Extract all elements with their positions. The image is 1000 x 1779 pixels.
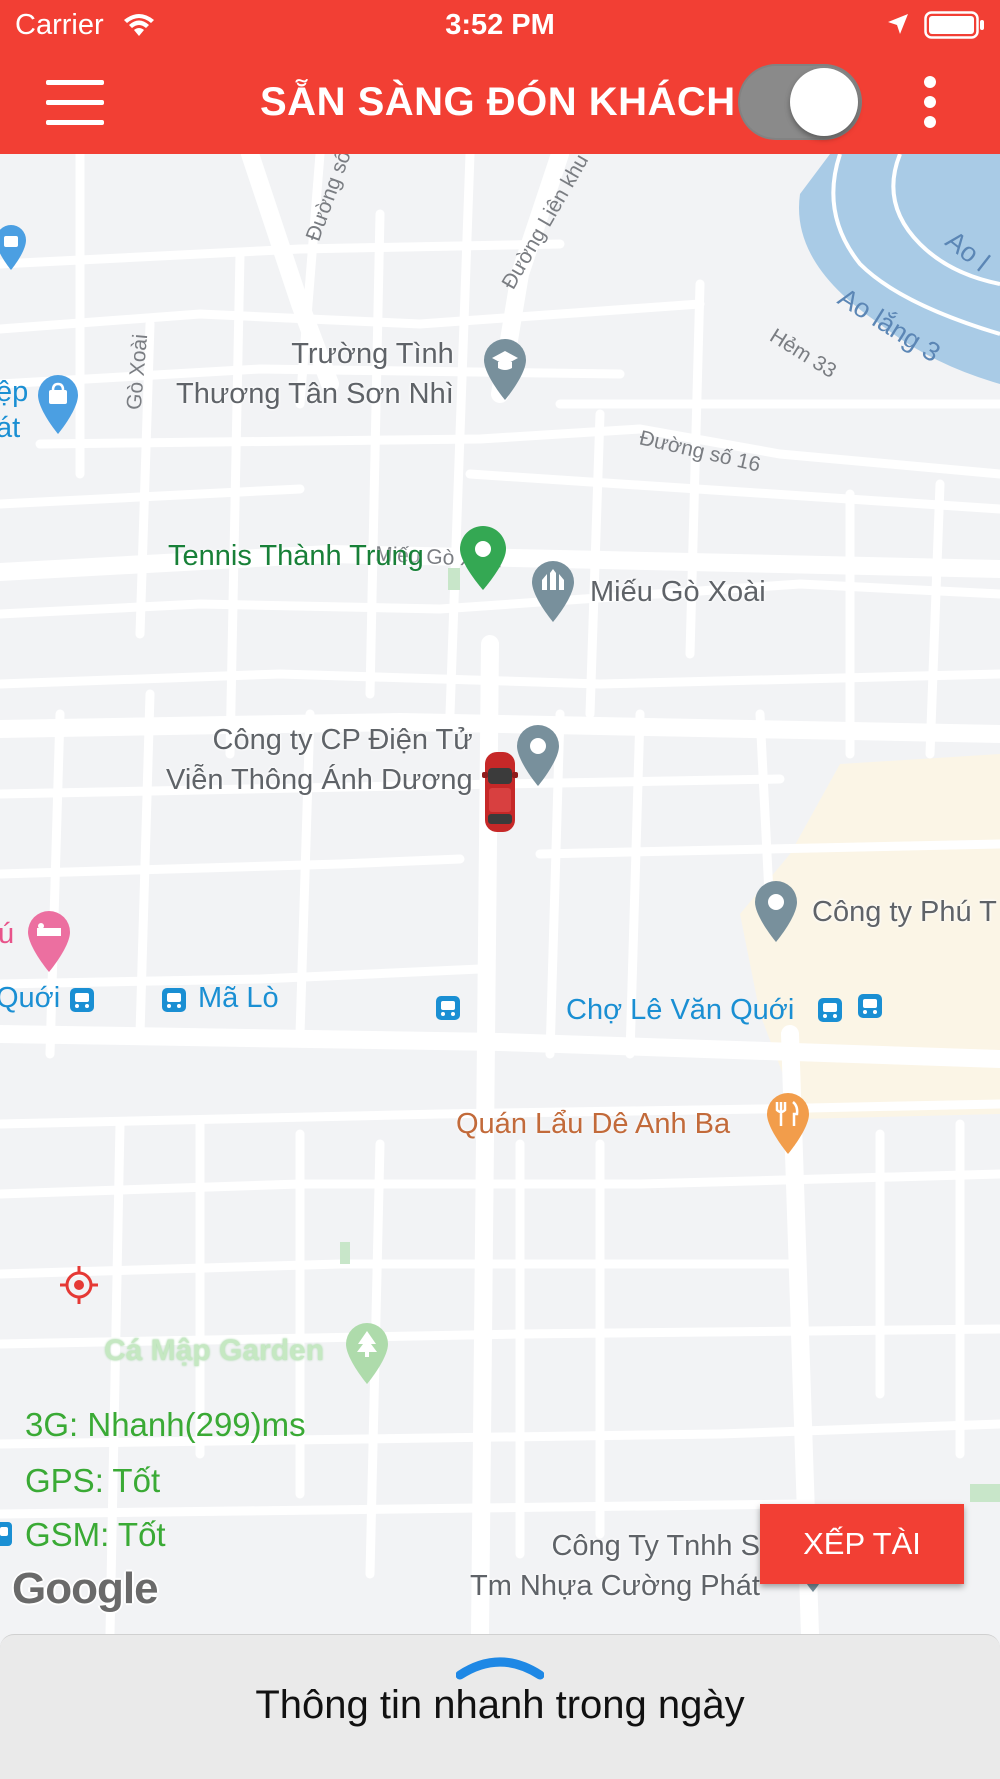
bus-stop-icon[interactable] xyxy=(160,986,188,1014)
bus-stop-icon[interactable] xyxy=(68,986,96,1014)
bus-stop-icon[interactable] xyxy=(434,994,462,1022)
status-bar: Carrier 3:52 PM xyxy=(0,0,1000,50)
bus-stop-icon[interactable] xyxy=(856,992,884,1020)
clock: 3:52 PM xyxy=(445,9,555,41)
place-label-company-2: Công ty Phú T xyxy=(812,896,997,928)
google-logo: Google xyxy=(12,1564,159,1613)
place-label-school: Trường Tình Thương Tân Sơn Nhì xyxy=(176,338,454,410)
place-pin-icon[interactable] xyxy=(515,724,561,788)
park-pin-icon[interactable] xyxy=(344,1322,390,1386)
hamburger-menu-icon[interactable] xyxy=(46,78,106,126)
map-view[interactable]: Đường số Đường Liên khu Hẻm 33 Đường số … xyxy=(0,154,1000,1634)
battery-icon xyxy=(924,10,986,45)
place-label-company-3: Công Ty Tnhh S Tm Nhựa Cường Phát xyxy=(470,1530,760,1602)
network-3g-status: 3G: Nhanh(299)ms xyxy=(25,1406,306,1443)
chevron-up-icon[interactable] xyxy=(456,1653,544,1681)
place-pin-icon[interactable] xyxy=(753,880,799,944)
place-label-temple: Miếu Gò Xoài xyxy=(590,576,766,608)
more-vertical-icon[interactable] xyxy=(918,76,942,128)
hotel-pin-icon[interactable] xyxy=(26,910,72,974)
bottom-sheet[interactable]: Thông tin nhanh trong ngày xyxy=(0,1634,1000,1779)
ready-toggle[interactable] xyxy=(738,64,862,140)
driver-car-icon xyxy=(482,752,518,832)
place-label-company: Công ty CP Điện Tử Viễn Thông Ánh Dương xyxy=(166,724,473,796)
shopping-pin-icon[interactable] xyxy=(0,224,28,272)
bus-stop-icon[interactable] xyxy=(816,996,844,1024)
place-label-garden: Cá Mập Garden xyxy=(104,1334,325,1367)
restaurant-pin-icon[interactable] xyxy=(765,1092,811,1156)
gps-status: GPS: Tốt xyxy=(25,1462,161,1499)
shopping-pin-icon[interactable] xyxy=(36,374,80,436)
place-label-shop: ệp át xyxy=(0,376,29,444)
bus-stop-label: Quới xyxy=(0,982,61,1014)
app-bar: SẴN SÀNG ĐÓN KHÁCH xyxy=(0,50,1000,154)
bottom-sheet-title: Thông tin nhanh trong ngày xyxy=(255,1683,745,1727)
place-label-hotel: ú xyxy=(0,918,15,950)
my-location-icon[interactable] xyxy=(58,1264,100,1306)
place-label-tennis: Tennis Thành Trung xyxy=(168,540,424,572)
page-title: SẴN SÀNG ĐÓN KHÁCH xyxy=(260,80,736,124)
toggle-knob xyxy=(790,68,858,136)
bus-stop-icon[interactable] xyxy=(0,1520,14,1548)
assign-queue-button[interactable]: XẾP TÀI xyxy=(760,1504,964,1584)
bus-stop-label: Chợ Lê Văn Quới xyxy=(566,994,795,1026)
bus-stop-label: Mã Lò xyxy=(198,982,279,1014)
gsm-status: GSM: Tốt xyxy=(25,1516,166,1553)
location-arrow-icon xyxy=(886,12,910,41)
green-pin-icon[interactable] xyxy=(458,526,508,592)
temple-pin-icon[interactable] xyxy=(530,560,576,624)
place-label-restaurant: Quán Lẩu Dê Anh Ba xyxy=(456,1108,731,1140)
school-pin-icon[interactable] xyxy=(482,338,528,402)
